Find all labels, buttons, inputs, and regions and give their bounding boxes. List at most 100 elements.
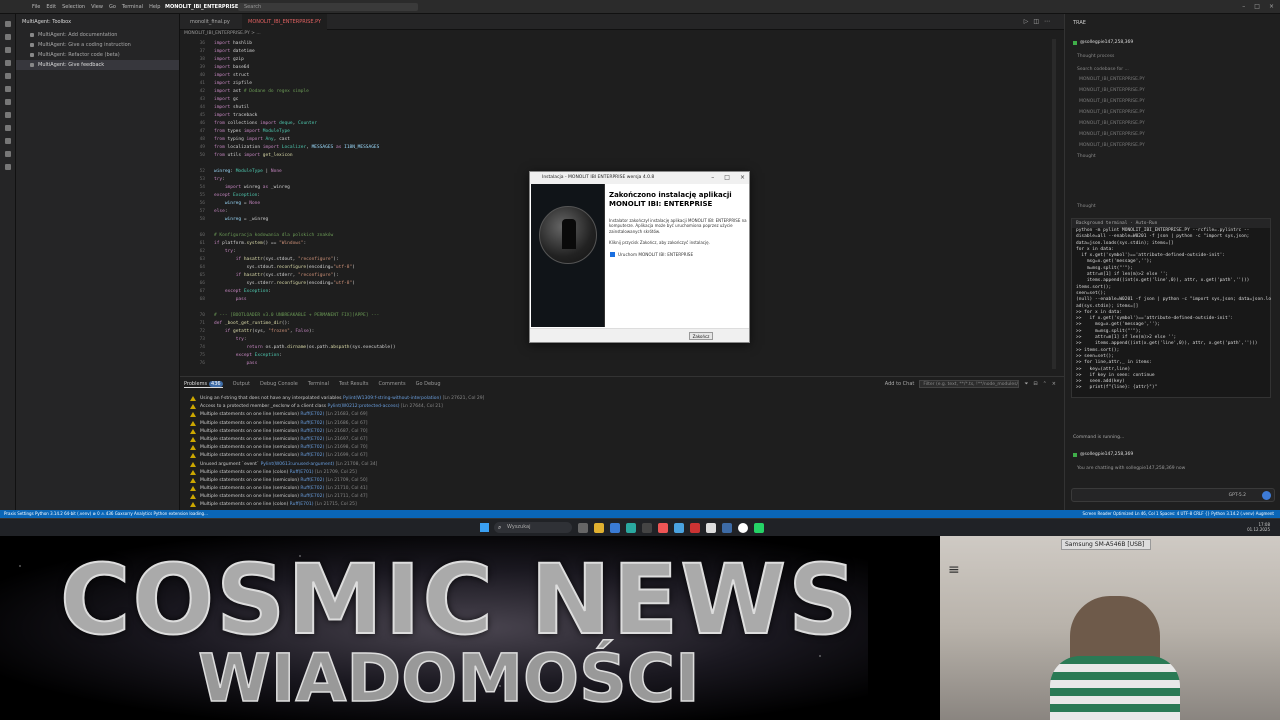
menu-help[interactable]: Help <box>149 4 160 10</box>
tab-monolit-final[interactable]: monolit_final.py <box>184 14 236 30</box>
problem-row[interactable]: Multiple statements on one line (semicol… <box>190 477 1050 485</box>
file-explorer-icon[interactable] <box>594 523 604 533</box>
chat-input[interactable]: GPT-5.2 <box>1071 488 1275 502</box>
collapse-icon[interactable]: ⊟ <box>1033 381 1037 387</box>
python-icon[interactable] <box>4 151 11 157</box>
problem-row[interactable]: Using an f-string that does not have any… <box>190 395 1050 403</box>
file-reference[interactable]: MONOLIT_IBI_ENTERPRISE.PY <box>1079 88 1145 93</box>
tab-problems[interactable]: Problems 436 <box>184 381 223 388</box>
windows-start-icon[interactable] <box>480 523 489 532</box>
code-line: try: <box>235 337 247 342</box>
menu-selection[interactable]: Selection <box>62 4 85 10</box>
problem-row[interactable]: Access to a protected member _exclsrw of… <box>190 403 1050 411</box>
source-control-icon[interactable] <box>4 47 11 53</box>
task-view-icon[interactable] <box>578 523 588 533</box>
app-icon[interactable] <box>754 523 764 533</box>
problem-row[interactable]: Multiple statements on one line (semicol… <box>190 485 1050 493</box>
terminal-icon[interactable] <box>642 523 652 533</box>
run-icon[interactable]: ▷ <box>1024 18 1029 25</box>
tab-monolit-enterprise[interactable]: MONOLIT_IBI_ENTERPRISE.PY <box>242 14 328 30</box>
problem-row[interactable]: Multiple statements on one line (semicol… <box>190 420 1050 428</box>
dialog-maximize-icon[interactable]: □ <box>724 172 730 184</box>
explorer-icon[interactable] <box>4 21 11 27</box>
agent-icon[interactable] <box>4 112 11 118</box>
menu-file[interactable]: File <box>32 4 40 10</box>
app-icon[interactable] <box>674 523 684 533</box>
more-icon[interactable]: ⋯ <box>1044 18 1050 25</box>
tab-comments[interactable]: Comments <box>379 381 406 388</box>
problem-row[interactable]: Multiple statements on one line (semicol… <box>190 452 1050 460</box>
file-reference[interactable]: MONOLIT_IBI_ENTERPRISE.PY <box>1079 99 1145 104</box>
app-icon[interactable] <box>610 523 620 533</box>
close-icon[interactable]: × <box>1269 3 1274 10</box>
file-reference[interactable]: MONOLIT_IBI_ENTERPRISE.PY <box>1079 77 1145 82</box>
system-tray-clock[interactable]: 17:08 01.12.2025 <box>1247 522 1270 532</box>
warning-icon <box>190 420 196 426</box>
maximize-panel-icon[interactable]: ⌃ <box>1043 381 1047 387</box>
tab-terminal[interactable]: Terminal <box>308 381 329 388</box>
checkbox-checked-icon[interactable] <box>610 252 615 257</box>
sidebar-item-refactor[interactable]: MultiAgent: Refactor code (beta) <box>16 50 179 60</box>
brave-icon[interactable] <box>658 523 668 533</box>
thought-step[interactable]: Thought <box>1077 154 1096 159</box>
file-reference[interactable]: MONOLIT_IBI_ENTERPRISE.PY <box>1079 110 1145 115</box>
problems-filter-input[interactable]: Filter (e.g. text, **/*.ts, !**/node_mod… <box>919 380 1020 388</box>
file-reference[interactable]: MONOLIT_IBI_ENTERPRISE.PY <box>1079 132 1145 137</box>
dialog-close-icon[interactable]: × <box>740 172 745 184</box>
problem-row[interactable]: Multiple statements on one line (colon) … <box>190 469 1050 477</box>
status-right[interactable]: Screen Reader Optimized Ln 46, Col 1 Spa… <box>1083 510 1274 518</box>
testing-icon[interactable] <box>4 86 11 92</box>
file-reference[interactable]: MONOLIT_IBI_ENTERPRISE.PY <box>1079 121 1145 126</box>
run-debug-icon[interactable] <box>4 60 11 66</box>
thought-process[interactable]: Thought process <box>1077 54 1114 59</box>
obs-icon[interactable] <box>738 523 748 533</box>
filter-icon[interactable]: ⏷ <box>1024 381 1028 387</box>
github-icon[interactable] <box>4 164 11 170</box>
sidebar-item-feedback[interactable]: MultiAgent: Give feedback <box>16 60 179 70</box>
problem-row[interactable]: Multiple statements on one line (semicol… <box>190 436 1050 444</box>
dialog-minimize-icon[interactable]: – <box>711 172 714 184</box>
add-to-chat-button[interactable]: Add to Chat <box>885 381 915 387</box>
finish-button[interactable]: Zakończ <box>689 332 713 340</box>
problem-row[interactable]: Unused argument `event` Pylint(W0613:unu… <box>190 461 1050 469</box>
problem-row[interactable]: Multiple statements on one line (semicol… <box>190 428 1050 436</box>
app-icon[interactable] <box>690 523 700 533</box>
edge-icon[interactable] <box>626 523 636 533</box>
vscode-icon[interactable] <box>722 523 732 533</box>
menu-view[interactable]: View <box>91 4 103 10</box>
file-reference[interactable]: MONOLIT_IBI_ENTERPRISE.PY <box>1079 143 1145 148</box>
thought-step[interactable]: Thought <box>1077 204 1096 209</box>
search-codebase-step[interactable]: Search codebase for ... <box>1077 67 1129 72</box>
extensions-icon[interactable] <box>4 73 11 79</box>
tab-debug-console[interactable]: Debug Console <box>260 381 298 388</box>
send-icon[interactable] <box>1262 491 1271 500</box>
problem-row[interactable]: Multiple statements on one line (semicol… <box>190 444 1050 452</box>
maximize-icon[interactable]: □ <box>1254 3 1260 10</box>
tab-go-debug[interactable]: Go Debug <box>416 381 441 388</box>
sidebar-item-add-docs[interactable]: MultiAgent: Add documentation <box>16 30 179 40</box>
database-icon[interactable] <box>4 138 11 144</box>
search-icon[interactable] <box>4 34 11 40</box>
sidebar-item-coding-instruction[interactable]: MultiAgent: Give a coding instruction <box>16 40 179 50</box>
problem-row[interactable]: Multiple statements on one line (semicol… <box>190 411 1050 419</box>
taskbar-search[interactable]: Wyszukaj <box>494 522 572 533</box>
split-icon[interactable]: ◫ <box>1033 18 1039 25</box>
command-search[interactable]: Search <box>238 3 418 11</box>
remote-icon[interactable] <box>4 99 11 105</box>
model-selector[interactable]: GPT-5.2 <box>1229 493 1246 498</box>
hamburger-menu-icon[interactable]: ≡ <box>948 562 960 578</box>
close-panel-icon[interactable]: × <box>1052 381 1056 387</box>
problem-row[interactable]: Multiple statements on one line (semicol… <box>190 493 1050 501</box>
docker-icon[interactable] <box>4 125 11 131</box>
minimap[interactable] <box>1052 39 1056 369</box>
app-icon[interactable] <box>706 523 716 533</box>
menu-go[interactable]: Go <box>109 4 116 10</box>
menu-terminal[interactable]: Terminal <box>122 4 143 10</box>
tab-test-results[interactable]: Test Results <box>339 381 369 388</box>
menu-edit[interactable]: Edit <box>46 4 56 10</box>
problem-row[interactable]: Multiple statements on one line (colon) … <box>190 501 1050 509</box>
launch-checkbox[interactable]: Uruchom MONOLIT IBI: ENTERPRISE <box>610 252 693 257</box>
status-left[interactable]: Praxis Settings Python 3.14.2 64-bit (.v… <box>4 510 208 518</box>
tab-output[interactable]: Output <box>233 381 250 388</box>
minimize-icon[interactable]: – <box>1242 3 1245 10</box>
